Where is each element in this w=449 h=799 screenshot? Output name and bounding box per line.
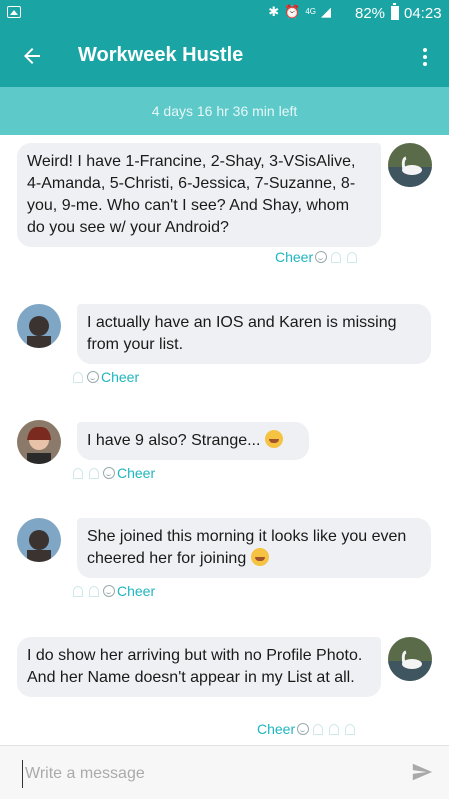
user-photo-icon	[17, 518, 61, 562]
cheer-button[interactable]: Cheer	[71, 583, 155, 599]
battery-percentage: 82%	[355, 5, 386, 22]
cheer-button[interactable]: Cheer	[257, 721, 357, 737]
message-bubble[interactable]: I have 9 also? Strange...	[77, 422, 309, 460]
cheerer-icon	[71, 585, 85, 597]
bluetooth-icon: ✱	[268, 4, 280, 19]
cheer-label: Cheer	[275, 249, 314, 265]
gallery-icon	[7, 6, 21, 18]
avatar[interactable]	[388, 143, 432, 187]
cheer-label: Cheer	[101, 369, 140, 385]
cheerer-icon	[345, 251, 359, 263]
signal-icon: ◢	[321, 4, 331, 19]
message-text: I do show her arriving but with no Profi…	[27, 647, 363, 686]
user-photo-icon	[17, 420, 61, 464]
alarm-icon: ⏰	[284, 4, 301, 19]
app-bar: Workweek Hustle	[0, 27, 449, 87]
laughing-emoji-icon	[264, 430, 283, 448]
message-bubble[interactable]: I actually have an IOS and Karen is miss…	[77, 304, 431, 364]
cheerer-icon	[311, 723, 325, 735]
cheer-button[interactable]: Cheer	[71, 369, 139, 385]
back-arrow-icon[interactable]	[20, 44, 44, 68]
cheer-label: Cheer	[117, 583, 156, 599]
swan-avatar-icon	[388, 143, 432, 187]
status-bar: ✱ ⏰ 4G ◢ 82% 04:23	[0, 0, 449, 27]
message-text: She joined this morning it looks like yo…	[87, 528, 407, 567]
user-photo-icon	[17, 304, 61, 348]
status-icons: ✱ ⏰ 4G ◢	[268, 4, 331, 20]
status-time: 04:23	[404, 5, 442, 22]
cheerer-icon	[87, 467, 101, 479]
more-options-icon[interactable]	[417, 45, 433, 69]
smiley-icon	[103, 467, 115, 479]
cheerer-icon	[343, 723, 357, 735]
network-type: 4G	[305, 7, 316, 16]
smirk-emoji-icon	[250, 548, 269, 566]
swan-avatar-icon	[388, 637, 432, 681]
battery-icon	[391, 3, 399, 20]
page-title: Workweek Hustle	[78, 44, 244, 66]
message-text: I have 9 also? Strange...	[87, 432, 261, 449]
cheerer-icon	[71, 467, 85, 479]
message-input[interactable]	[22, 760, 397, 788]
smiley-icon	[87, 371, 99, 383]
smiley-icon	[103, 585, 115, 597]
avatar[interactable]	[17, 420, 61, 464]
message-composer	[0, 745, 449, 799]
smiley-icon	[315, 251, 328, 263]
cheerer-icon	[71, 371, 85, 383]
send-icon[interactable]	[411, 761, 433, 783]
message-bubble[interactable]: Weird! I have 1-Francine, 2-Shay, 3-VSis…	[17, 143, 381, 247]
message-bubble[interactable]: I do show her arriving but with no Profi…	[17, 637, 381, 697]
cheerer-icon	[327, 723, 341, 735]
message-text: Weird! I have 1-Francine, 2-Shay, 3-VSis…	[27, 153, 356, 236]
avatar[interactable]	[17, 304, 61, 348]
cheer-label: Cheer	[257, 721, 296, 737]
cheerer-icon	[87, 585, 101, 597]
message-text: I actually have an IOS and Karen is miss…	[87, 314, 397, 353]
cheerer-icon	[329, 251, 343, 263]
cheer-button[interactable]: Cheer	[275, 249, 359, 265]
cheer-label: Cheer	[117, 465, 156, 481]
time-remaining-banner: 4 days 16 hr 36 min left	[0, 87, 449, 135]
message-list[interactable]: Weird! I have 1-Francine, 2-Shay, 3-VSis…	[0, 135, 449, 745]
smiley-icon	[297, 723, 310, 735]
avatar[interactable]	[17, 518, 61, 562]
cheer-button[interactable]: Cheer	[71, 465, 155, 481]
avatar[interactable]	[388, 637, 432, 681]
message-bubble[interactable]: She joined this morning it looks like yo…	[77, 518, 431, 578]
